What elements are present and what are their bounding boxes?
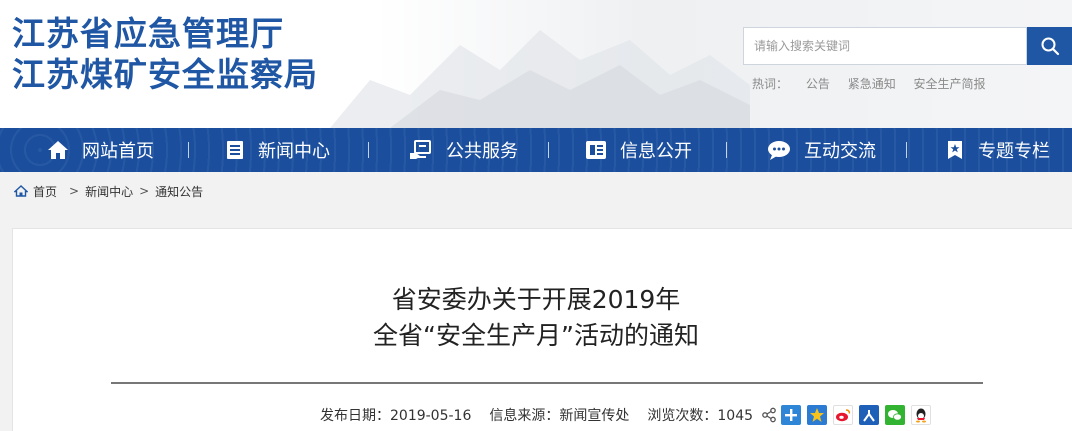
breadcrumb-notices[interactable]: 通知公告 [155,183,203,200]
info-source: 信息来源：新闻宣传处 [489,408,630,424]
nav-item-chat[interactable]: 互动交流 [766,128,876,172]
plus-share-icon[interactable] [781,405,802,425]
renren-icon[interactable] [859,405,880,425]
nav-divider [548,142,549,158]
article-title-line2: 全省“安全生产月”活动的通知 [373,321,699,350]
home-icon [14,185,28,197]
bookmark-icon [948,141,962,159]
home-icon [48,141,68,159]
breadcrumb-separator: > [139,184,150,198]
service-icon [410,140,431,159]
nav-label: 新闻中心 [258,141,330,162]
search-icon [1041,37,1059,56]
nav-label: 公共服务 [446,141,518,162]
nav-divider [906,142,907,158]
share-icon [762,407,776,423]
article-meta: 发布日期：2019-05-16 信息来源：新闻宣传处 浏览次数：1045 [320,400,937,430]
breadcrumb: 首页 > 新闻中心 > 通知公告 [14,181,203,201]
nav-item-news[interactable]: 新闻中心 [224,128,330,172]
wechat-icon[interactable] [885,405,906,425]
weibo-icon[interactable] [833,405,854,425]
main-nav: 网站首页 新闻中心 公共服务 信息公开 互动交流 专题专栏 [0,128,1072,172]
breadcrumb-home[interactable]: 首页 [33,183,57,200]
nav-label: 网站首页 [82,141,154,162]
nav-label: 专题专栏 [978,141,1050,162]
qzone-icon[interactable] [807,405,828,425]
title-divider [111,382,983,384]
publish-date: 发布日期：2019-05-16 [320,408,472,424]
nav-label: 互动交流 [804,141,876,162]
news-icon [227,141,243,159]
article-title: 省安委办关于开展2019年 全省“安全生产月”活动的通知 [0,54,1072,350]
nav-item-service[interactable]: 公共服务 [408,128,518,172]
chat-icon [768,141,790,160]
nav-divider [726,142,727,158]
article-title-line1: 省安委办关于开展2019年 [391,285,681,314]
nav-item-topics[interactable]: 专题专栏 [944,128,1050,172]
nav-item-home[interactable]: 网站首页 [46,128,154,172]
info-icon [586,141,606,159]
breadcrumb-news[interactable]: 新闻中心 [85,183,133,200]
nav-divider [188,142,189,158]
nav-label: 信息公开 [620,141,692,162]
share-bar [761,405,937,425]
qq-icon[interactable] [911,405,932,425]
view-count: 浏览次数：1045 [647,408,754,424]
nav-item-info[interactable]: 信息公开 [584,128,692,172]
breadcrumb-separator: > [69,184,80,198]
nav-divider [368,142,369,158]
site-name-line1: 江苏省应急管理厅 [12,14,284,53]
